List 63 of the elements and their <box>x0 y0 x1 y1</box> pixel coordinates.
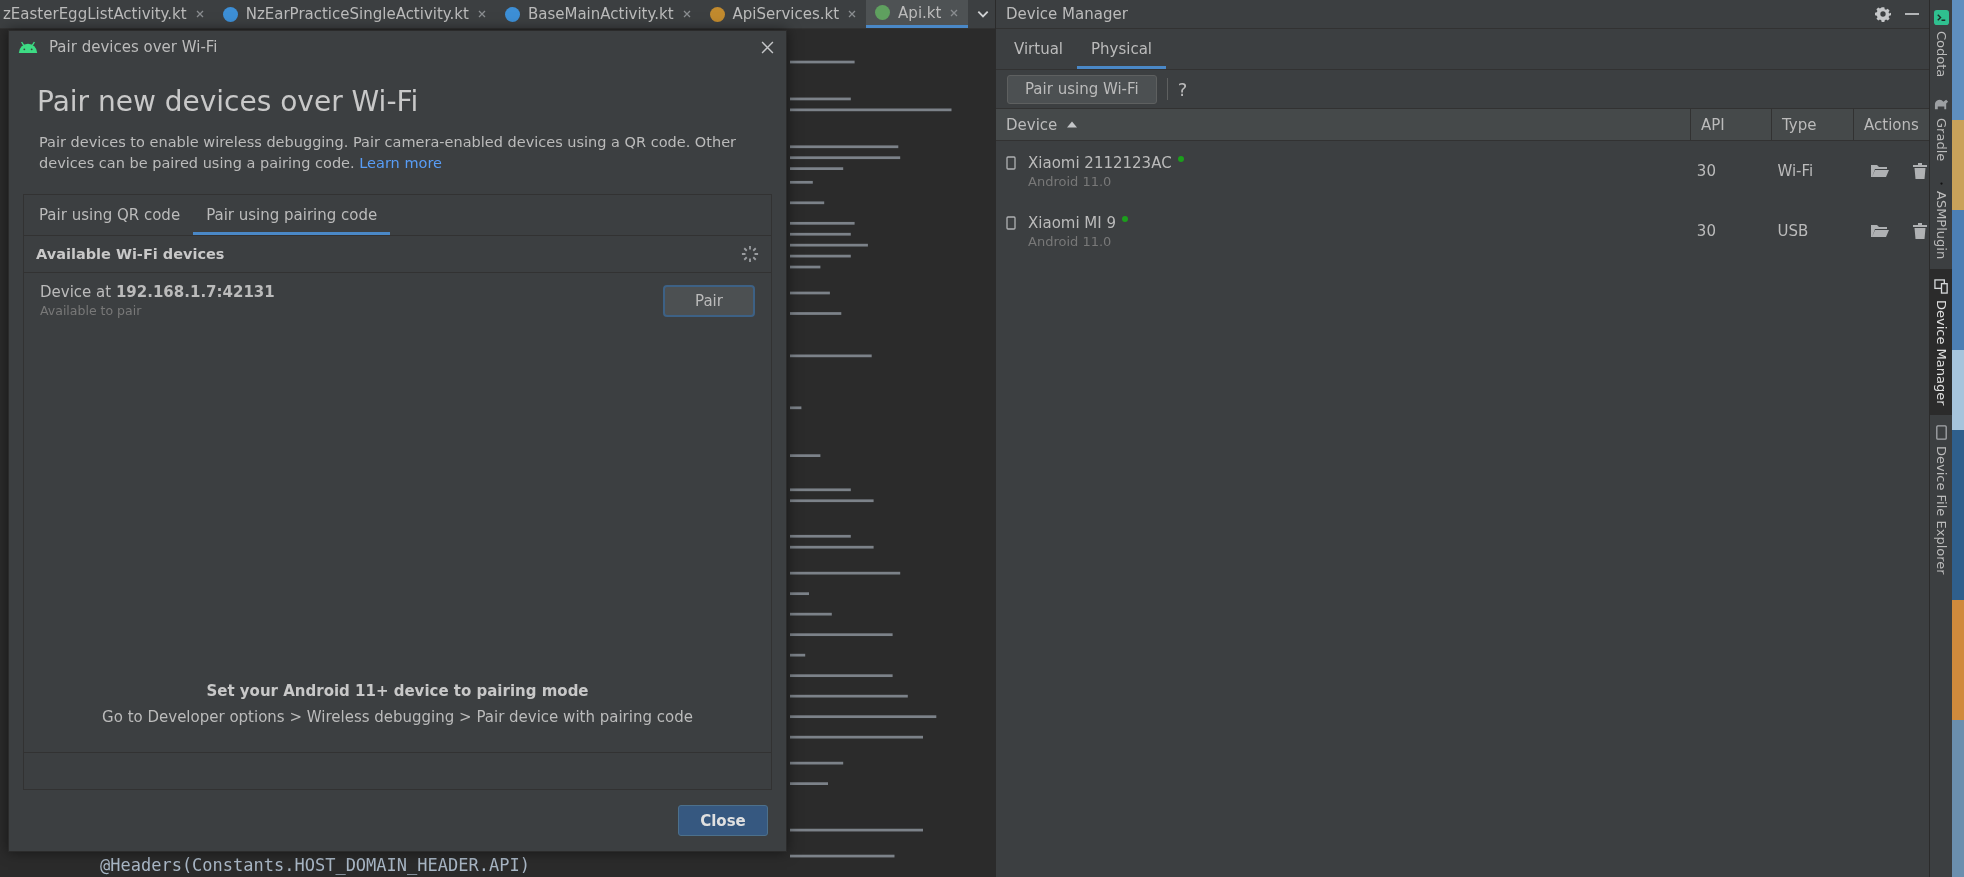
editor-tab[interactable]: NzEarPracticeSingleActivity.kt <box>213 0 496 28</box>
table-cell-text: 30 <box>1695 222 1717 240</box>
sort-ascending-icon <box>1067 121 1078 128</box>
file-icon <box>875 5 891 20</box>
close-icon[interactable] <box>194 9 205 19</box>
learn-more-link[interactable]: Learn more <box>359 155 442 171</box>
file-icon <box>222 6 238 22</box>
table-cell-text: 30 <box>1695 162 1717 180</box>
file-icon <box>709 6 725 22</box>
instruction-text: Go to Developer options > Wireless debugging > Pair device with pairing code <box>101 708 694 726</box>
column-header[interactable]: API <box>1691 109 1772 140</box>
tool-window-tab[interactable]: ASMPlugin <box>1930 171 1952 269</box>
tab[interactable]: Physical <box>1077 29 1167 69</box>
help-button[interactable]: ? <box>1177 78 1188 100</box>
folder-icon[interactable] <box>1871 223 1889 239</box>
device-name: Xiaomi 2112123AC <box>1028 153 1172 172</box>
close-icon[interactable] <box>681 9 692 19</box>
close-icon[interactable] <box>761 40 774 54</box>
editor-tab[interactable]: zEasterEggListActivity.kt <box>0 0 214 28</box>
spinner-icon <box>741 245 759 263</box>
folder-icon[interactable] <box>1871 163 1889 179</box>
tool-window-tab[interactable]: Device Manager <box>1930 268 1952 416</box>
section-title: Available Wi-Fi devices <box>36 246 225 262</box>
column-header[interactable]: Actions <box>1854 109 1929 140</box>
tab[interactable]: Virtual <box>1000 29 1077 69</box>
device-address: Device at 192.168.1.7:42131 <box>40 283 275 301</box>
dialog-title: Pair devices over Wi-Fi <box>49 38 219 56</box>
file-icon <box>504 6 520 22</box>
device-name: Xiaomi MI 9 <box>1028 213 1117 232</box>
editor-tab[interactable]: ApiServices.kt <box>700 0 867 28</box>
phone-icon <box>1006 155 1016 170</box>
column-header[interactable]: Device <box>996 109 1691 140</box>
settings-icon[interactable] <box>1875 6 1891 22</box>
pair-wifi-button[interactable]: Pair using Wi-Fi <box>1007 74 1157 104</box>
dialog-heading: Pair new devices over Wi-Fi <box>37 85 420 118</box>
editor-tab[interactable]: Api.kt <box>866 0 969 28</box>
tool-window-tab[interactable]: Codota <box>1930 0 1952 88</box>
table-cell-text: Wi-Fi <box>1776 162 1815 180</box>
table-cell-text: USB <box>1776 222 1810 240</box>
trash-icon[interactable] <box>1911 223 1929 239</box>
terminal-icon <box>1933 10 1949 25</box>
devices-icon <box>1933 278 1949 294</box>
android-icon <box>17 40 39 54</box>
editor-tab[interactable]: BaseMainActivity.kt <box>495 0 701 28</box>
phone-icon <box>1933 425 1949 441</box>
android-version: Android 11.0 <box>1028 233 1113 249</box>
android-version: Android 11.0 <box>1028 173 1113 189</box>
panel-title: Device Manager <box>1006 5 1129 23</box>
tool-window-tab[interactable]: Device File Explorer <box>1930 415 1952 585</box>
phone-icon <box>1006 215 1016 230</box>
trash-icon[interactable] <box>1911 163 1929 179</box>
close-button[interactable]: Close <box>678 805 768 836</box>
close-icon[interactable] <box>476 9 487 19</box>
pair-button[interactable]: Pair <box>663 284 755 317</box>
tab[interactable]: Pair using QR code <box>26 195 194 235</box>
code-line: @Headers(Constants.HOST_DOMAIN_HEADER.API) <box>99 854 530 877</box>
column-header[interactable]: Type <box>1772 109 1854 140</box>
description: Pair devices to enable wireless debugging. Pair camera-enabled devices using a QR code. Other devices can be paired using a pairing code. Learn more <box>39 133 738 173</box>
close-icon[interactable] <box>847 9 858 19</box>
device-status: Available to pair <box>40 303 143 318</box>
instruction-title: Set your Android 11+ device to pairing mode <box>205 682 590 700</box>
tool-window-tab[interactable]: Gradle <box>1930 87 1952 172</box>
minimize-icon[interactable] <box>1905 12 1919 16</box>
